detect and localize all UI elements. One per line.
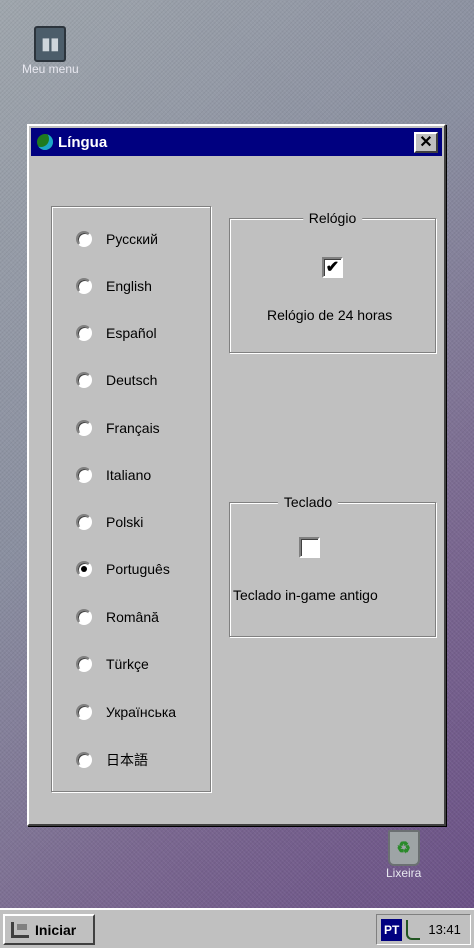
radio-button[interactable] (76, 656, 92, 672)
language-option[interactable]: 日本語 (76, 750, 148, 770)
radio-button-selected[interactable] (76, 561, 92, 577)
language-label: Українська (106, 704, 177, 720)
start-icon (11, 921, 29, 938)
system-tray: PT 13:41 (376, 914, 471, 945)
language-option[interactable]: Русский (76, 229, 158, 249)
menu-icon: ▮▮ (34, 26, 67, 62)
language-indicator[interactable]: PT (381, 918, 403, 941)
language-option[interactable]: Español (76, 323, 157, 343)
radio-button[interactable] (76, 372, 92, 388)
radio-button[interactable] (76, 420, 92, 436)
language-window: Língua ✕ Русский English Español Deutsch… (27, 124, 446, 826)
language-label: Türkçe (106, 656, 149, 672)
language-label: Italiano (106, 467, 152, 483)
radio-button[interactable] (76, 704, 92, 720)
window-title: Língua (58, 133, 108, 151)
radio-button[interactable] (76, 278, 92, 294)
language-option[interactable]: Polski (76, 512, 143, 532)
globe-icon (37, 134, 53, 150)
language-option[interactable]: Українська (76, 702, 176, 722)
radio-button[interactable] (76, 609, 92, 625)
language-option[interactable]: Türkçe (76, 654, 149, 674)
keyboard-group: Teclado Teclado in-game antigo (229, 494, 436, 637)
language-option[interactable]: Română (76, 607, 159, 627)
keyboard-group-title: Teclado (277, 494, 339, 510)
desktop-trash-label: Lixeira (386, 866, 422, 880)
close-button[interactable]: ✕ (414, 132, 438, 153)
radio-button[interactable] (76, 231, 92, 247)
taskbar: Iniciar PT 13:41 (0, 908, 474, 948)
start-label: Iniciar (35, 921, 77, 938)
language-option[interactable]: Deutsch (76, 370, 157, 390)
language-option[interactable]: Italiano (76, 465, 151, 485)
trash-icon: ♻ (387, 830, 420, 866)
plug-icon[interactable] (406, 919, 421, 940)
language-label: Polski (106, 514, 144, 530)
clock-group: Relógio ✔ Relógio de 24 horas (229, 210, 436, 353)
clock-24h-label: Relógio de 24 horas (267, 307, 393, 323)
language-option[interactable]: Français (76, 418, 160, 438)
desktop-menu-icon[interactable]: ▮▮ Meu menu (22, 26, 79, 76)
language-option[interactable]: English (76, 276, 152, 296)
desktop-menu-label: Meu menu (22, 62, 79, 76)
legacy-keyboard-checkbox[interactable] (299, 537, 320, 558)
language-label: English (106, 278, 152, 294)
clock-24h-checkbox[interactable]: ✔ (322, 257, 343, 278)
language-label: 日本語 (106, 752, 148, 768)
radio-button[interactable] (76, 325, 92, 341)
close-icon: ✕ (419, 133, 433, 151)
language-label: Română (106, 609, 159, 625)
language-label: Deutsch (106, 372, 158, 388)
language-label: Português (106, 561, 170, 577)
radio-button[interactable] (76, 514, 92, 530)
window-titlebar[interactable]: Língua ✕ (31, 128, 442, 156)
desktop-trash[interactable]: ♻ Lixeira (386, 830, 421, 880)
radio-button[interactable] (76, 467, 92, 483)
checkmark-icon: ✔ (325, 258, 340, 276)
language-label: Español (106, 325, 157, 341)
tray-clock: 13:41 (428, 922, 461, 937)
radio-button[interactable] (76, 752, 92, 768)
legacy-keyboard-label: Teclado in-game antigo (233, 587, 378, 603)
clock-group-title: Relógio (302, 210, 363, 226)
language-label: Français (106, 420, 160, 436)
language-option-selected[interactable]: Português (76, 559, 170, 579)
language-label: Русский (106, 231, 158, 247)
language-list: Русский English Español Deutsch Français… (51, 206, 211, 792)
start-button[interactable]: Iniciar (3, 914, 95, 945)
